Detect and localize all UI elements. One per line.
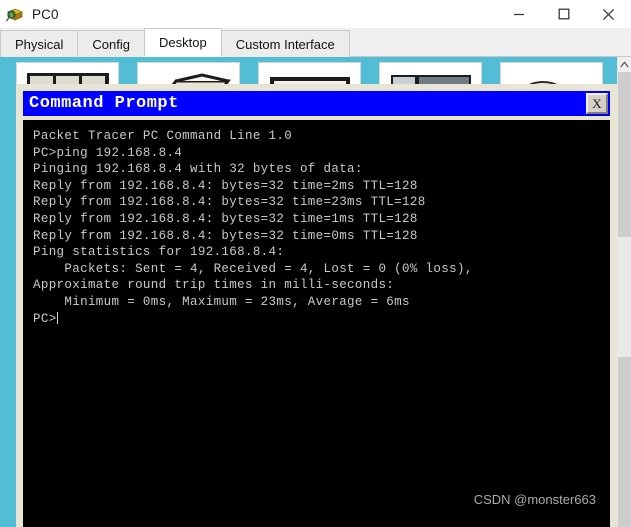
terminal-line: Packets: Sent = 4, Received = 4, Lost = … <box>33 261 473 276</box>
terminal-line: Ping statistics for 192.168.8.4: <box>33 245 285 260</box>
terminal-line: Reply from 192.168.8.4: bytes=32 time=1m… <box>33 211 418 226</box>
terminal-line: Minimum = 0ms, Maximum = 23ms, Average =… <box>33 294 410 309</box>
device-tabs: Physical Config Desktop Custom Interface <box>0 28 631 57</box>
command-prompt-close-button[interactable]: X <box>586 93 608 114</box>
terminal-line: Reply from 192.168.8.4: bytes=32 time=2m… <box>33 178 418 193</box>
tab-physical[interactable]: Physical <box>0 30 79 57</box>
packet-tracer-icon: S <box>6 5 24 23</box>
window-title: PC0 <box>32 6 59 22</box>
terminal-line: Approximate round trip times in milli-se… <box>33 278 395 293</box>
terminal-line: PC>ping 192.168.8.4 <box>33 145 183 160</box>
terminal-prompt: PC> <box>33 311 57 326</box>
terminal-line: Pinging 192.168.8.4 with 32 bytes of dat… <box>33 162 363 177</box>
minimize-icon[interactable] <box>496 0 541 28</box>
tab-custom-interface[interactable]: Custom Interface <box>220 30 350 57</box>
pc0-device-window: S PC0 Physical Config Desktop Custom Int… <box>0 0 631 527</box>
svg-text:S: S <box>10 12 13 17</box>
terminal-line: Packet Tracer PC Command Line 1.0 <box>33 129 293 143</box>
command-prompt-window: Command Prompt X Packet Tracer PC Comman… <box>16 84 617 527</box>
scrollbar-thumb[interactable] <box>618 237 631 357</box>
terminal-output[interactable]: Packet Tracer PC Command Line 1.0 PC>pin… <box>23 120 610 527</box>
vertical-scrollbar[interactable] <box>617 57 631 527</box>
chevron-up-icon[interactable] <box>618 57 631 72</box>
watermark: CSDN @monster663 <box>473 492 596 507</box>
close-icon[interactable] <box>586 0 631 28</box>
window-controls <box>496 0 631 28</box>
tab-desktop[interactable]: Desktop <box>144 28 222 57</box>
terminal-prompt-line: PC> <box>23 311 610 328</box>
terminal-cursor <box>56 311 58 324</box>
terminal-line: Reply from 192.168.8.4: bytes=32 time=0m… <box>33 228 418 243</box>
command-prompt-titlebar[interactable]: Command Prompt X <box>23 91 610 116</box>
terminal-line: Reply from 192.168.8.4: bytes=32 time=23… <box>33 195 426 210</box>
tab-config[interactable]: Config <box>77 30 145 57</box>
maximize-icon[interactable] <box>541 0 586 28</box>
window-titlebar: S PC0 <box>0 0 631 28</box>
command-prompt-title: Command Prompt <box>29 94 179 113</box>
